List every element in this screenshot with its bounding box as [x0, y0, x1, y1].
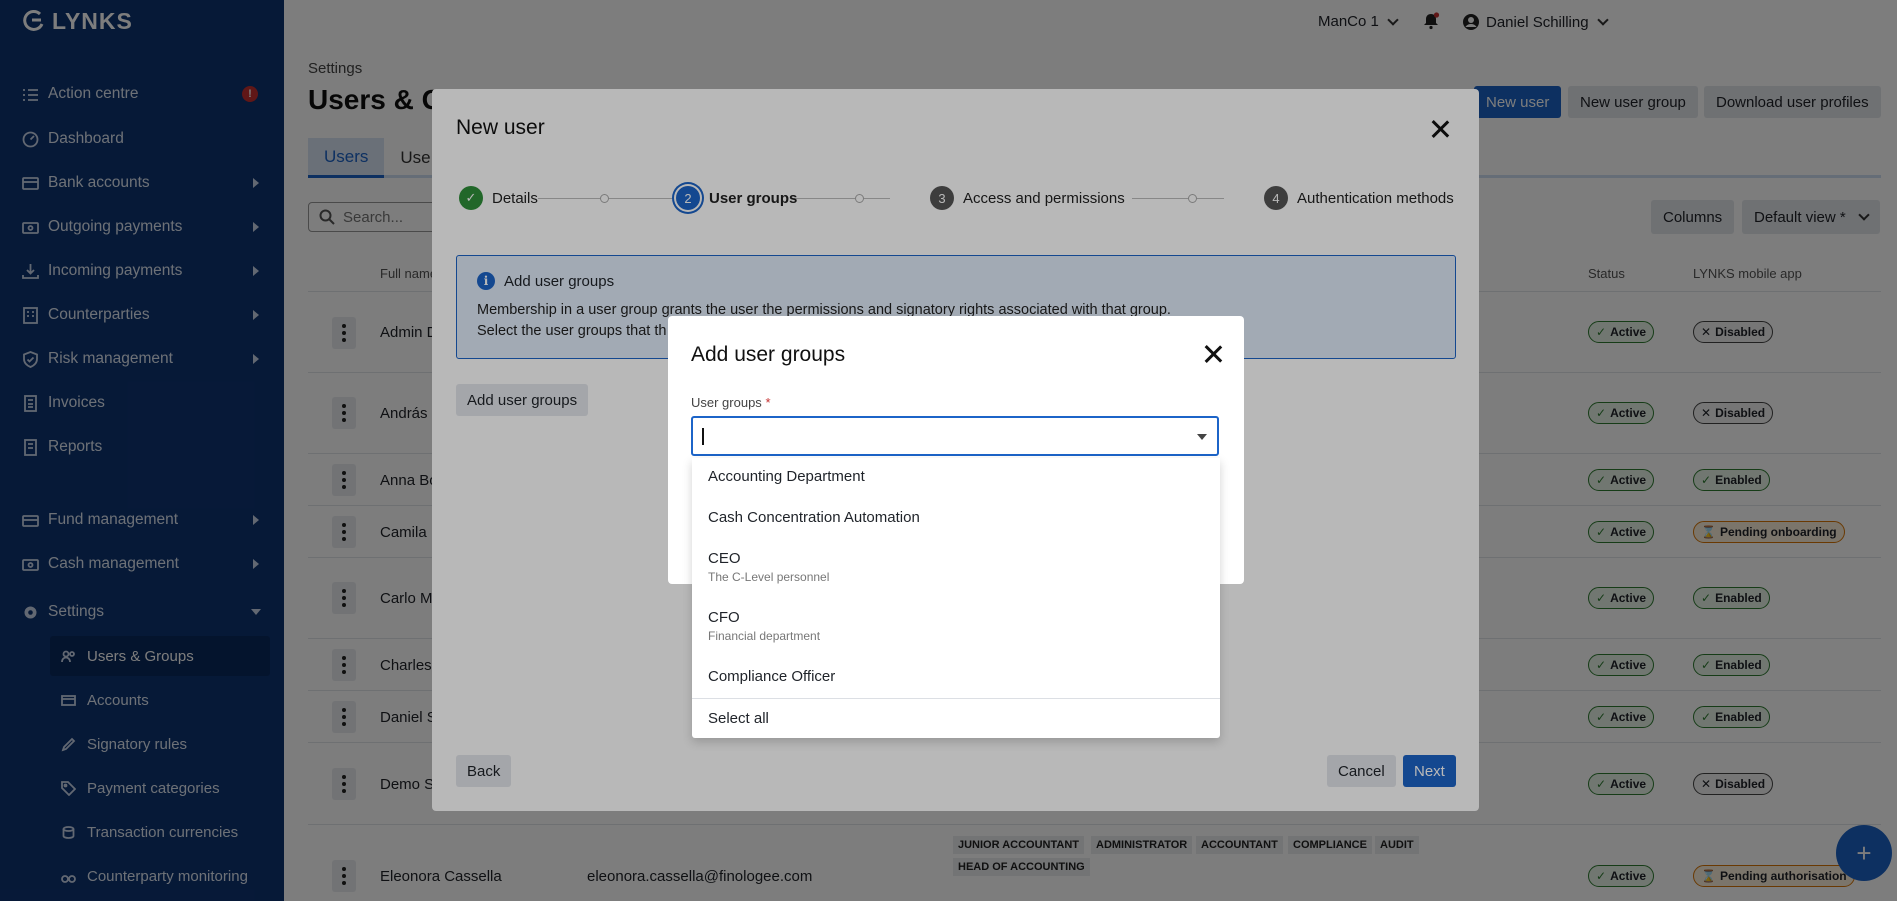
close-icon[interactable]: [1202, 343, 1224, 365]
dropdown-divider: [692, 698, 1220, 699]
option-description: Financial department: [708, 629, 821, 643]
select-all-option[interactable]: Select all: [708, 710, 769, 727]
option-ceo[interactable]: CEO: [708, 550, 741, 567]
dropdown-arrow-icon[interactable]: [1197, 434, 1207, 440]
text-cursor: [702, 428, 704, 445]
option-compliance-officer[interactable]: Compliance Officer: [708, 668, 835, 685]
user-groups-dropdown: Accounting Department Cash Concentration…: [692, 458, 1220, 738]
option-cfo[interactable]: CFO: [708, 609, 740, 626]
option-cash-concentration-automation[interactable]: Cash Concentration Automation: [708, 509, 920, 526]
field-label: User groups *: [691, 395, 771, 410]
option-accounting-department[interactable]: Accounting Department: [708, 468, 865, 485]
option-description: The C-Level personnel: [708, 570, 830, 584]
dialog-title: Add user groups: [691, 343, 846, 366]
user-groups-combobox[interactable]: [691, 416, 1219, 456]
